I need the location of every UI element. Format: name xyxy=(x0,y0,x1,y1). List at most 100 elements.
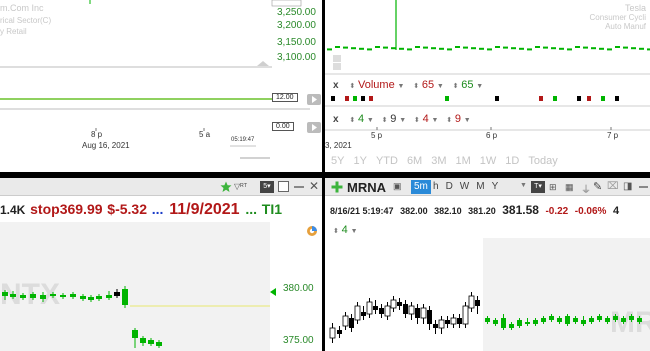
candle-body xyxy=(605,318,610,322)
candle-body xyxy=(96,296,102,299)
close-indicator-button[interactable]: x xyxy=(333,80,339,91)
volume-dash xyxy=(439,47,444,50)
dropdown-arrow-icon[interactable]: ▼ xyxy=(437,83,444,90)
indicator-param[interactable]: 9 xyxy=(455,113,461,125)
candle-body xyxy=(485,318,490,322)
candle-body xyxy=(122,289,128,305)
volume-dash xyxy=(535,46,540,48)
period-today[interactable]: Today xyxy=(528,155,557,167)
volume-bar xyxy=(553,96,557,101)
expand-arrow-button[interactable] xyxy=(307,122,321,133)
volume-dash xyxy=(543,46,548,49)
close-indicator-button[interactable]: x xyxy=(333,114,339,125)
volume-bar xyxy=(577,96,581,101)
up-down-arrow-icon[interactable]: ⬍ xyxy=(413,83,419,90)
candle-body xyxy=(60,295,66,297)
candle-body xyxy=(445,320,450,324)
candle-body xyxy=(156,342,162,346)
dropdown-arrow-icon[interactable]: ▼ xyxy=(367,117,374,124)
candle-body xyxy=(450,317,457,325)
indicator-row-2: x ⬍ 4 ▼ ⬍ 9 ▼ ⬍ 4 ▼ ⬍ 9 ▼ xyxy=(333,113,471,125)
candle-body xyxy=(501,318,506,328)
candle-body xyxy=(629,316,634,320)
period-1d[interactable]: 1D xyxy=(505,155,519,167)
volume-dash xyxy=(447,48,452,51)
candle-body xyxy=(408,305,415,315)
volume-dash xyxy=(335,46,340,48)
candle-body xyxy=(329,327,336,339)
period-3m[interactable]: 3M xyxy=(431,155,446,167)
up-down-arrow-icon[interactable]: ⬍ xyxy=(349,117,355,124)
volume-bar xyxy=(601,96,605,101)
volume-dash xyxy=(367,48,372,51)
dropdown-arrow-icon[interactable]: ▼ xyxy=(431,117,438,124)
expand-arrow-button[interactable] xyxy=(307,94,321,105)
volume-bar xyxy=(587,96,591,101)
volume-dash xyxy=(455,46,460,48)
indicator-param[interactable]: 65 xyxy=(422,79,434,91)
volume-bar xyxy=(369,96,373,101)
time-axis-label: 6 p xyxy=(486,131,498,140)
dropdown-arrow-icon[interactable]: ▼ xyxy=(399,117,406,124)
volume-dash xyxy=(503,46,508,49)
panel-top-left: m.Com Inc rical Sector(C) y Retail 3,250… xyxy=(0,0,322,172)
volume-bar xyxy=(495,96,499,101)
candle-body xyxy=(106,295,112,298)
indicator-param[interactable]: 4 xyxy=(423,113,429,125)
candle-body xyxy=(366,301,373,315)
dropdown-arrow-icon[interactable]: ▼ xyxy=(476,83,483,90)
indicator-param[interactable]: 4 xyxy=(358,113,364,125)
volume-dash xyxy=(527,48,532,51)
volume-dash xyxy=(343,46,348,49)
period-5y[interactable]: 5Y xyxy=(331,155,344,167)
bottom-left-candles xyxy=(2,286,276,348)
period-6m[interactable]: 6M xyxy=(407,155,422,167)
period-1y[interactable]: 1Y xyxy=(353,155,366,167)
candle-body xyxy=(438,319,445,329)
time-axis-date: Aug 16, 2021 xyxy=(82,141,130,150)
candle-body xyxy=(373,306,378,310)
up-down-arrow-icon[interactable]: ⬍ xyxy=(446,117,452,124)
candle-body xyxy=(557,318,562,322)
up-down-arrow-icon[interactable]: ⬍ xyxy=(414,117,420,124)
volume-bar xyxy=(445,96,449,101)
candle-body xyxy=(420,307,427,319)
time-axis-label: 7 p xyxy=(607,131,619,140)
candle-body xyxy=(493,320,498,324)
up-down-arrow-icon[interactable]: ⬍ xyxy=(382,117,388,124)
candle-body xyxy=(457,318,462,324)
indicator-name[interactable]: Volume xyxy=(358,79,395,91)
time-axis-date: 3, 2021 xyxy=(325,141,352,150)
period-1w[interactable]: 1W xyxy=(480,155,497,167)
candle-body xyxy=(597,316,602,320)
period-1m[interactable]: 1M xyxy=(456,155,471,167)
volume-dash xyxy=(327,48,332,51)
volume-dash xyxy=(391,47,396,50)
candle-body xyxy=(132,330,138,338)
indicator-param[interactable]: 65 xyxy=(461,79,473,91)
up-down-arrow-icon[interactable]: ⬍ xyxy=(453,83,459,90)
volume-bar xyxy=(539,96,543,101)
indicator-param[interactable]: 9 xyxy=(390,113,396,125)
candle-body xyxy=(541,318,546,322)
candle-body xyxy=(433,324,438,328)
dropdown-arrow-icon[interactable]: ▼ xyxy=(464,117,471,124)
up-down-arrow-icon[interactable]: ⬍ xyxy=(349,83,355,90)
price-axis-label: 375.00 xyxy=(283,335,314,346)
bottom-right-candles xyxy=(329,292,642,343)
volume-dash xyxy=(567,48,572,51)
period-selector: 5Y 1Y YTD 6M 3M 1M 1W 1D Today xyxy=(331,155,567,167)
period-ytd[interactable]: YTD xyxy=(376,155,398,167)
volume-bar xyxy=(331,96,335,101)
dropdown-arrow-icon[interactable]: ▼ xyxy=(397,83,404,90)
panel-bottom-right: MRNA ▣ 5m hDWMY ▼ T▾ ⊞ ▦ ⏚ ✎ ⌧ ◨ 8/16/21… xyxy=(325,178,650,351)
candle-body xyxy=(342,315,349,327)
candle-body xyxy=(379,308,384,314)
price-axis-label: 380.00 xyxy=(283,283,314,294)
candle-body xyxy=(349,318,354,328)
volume-dash xyxy=(551,47,556,50)
time-axis-label: 5 p xyxy=(371,131,383,140)
volume-dash xyxy=(487,48,492,51)
volume-dash xyxy=(631,47,636,50)
candle-body xyxy=(390,299,397,309)
